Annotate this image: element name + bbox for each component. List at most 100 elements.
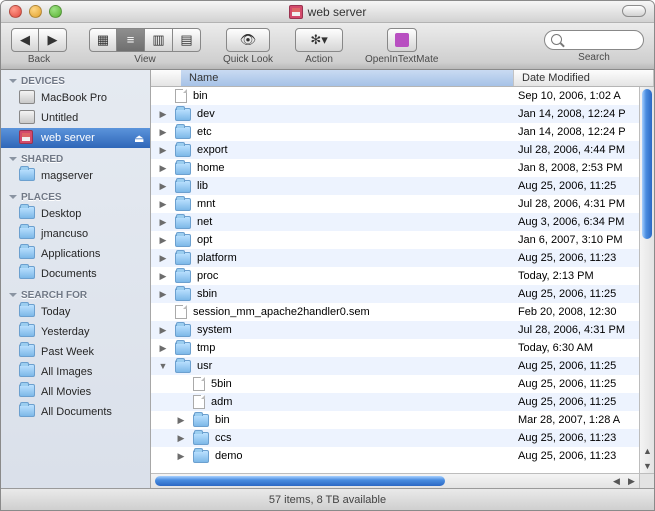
- file-date: Jul 28, 2006, 4:31 PM: [514, 324, 654, 336]
- file-row[interactable]: ▶platformAug 25, 2006, 11:23: [151, 249, 654, 267]
- sidebar-item[interactable]: All Images: [1, 362, 150, 382]
- view-coverflow-button[interactable]: ▤: [173, 28, 201, 52]
- disclosure-triangle[interactable]: ▶: [157, 217, 169, 228]
- file-row[interactable]: 5binAug 25, 2006, 11:25: [151, 375, 654, 393]
- quicklook-button[interactable]: 👁: [226, 28, 270, 52]
- action-button[interactable]: ✻▾: [295, 28, 343, 52]
- column-date[interactable]: Date Modified: [514, 70, 654, 86]
- disclosure-triangle[interactable]: ▶: [157, 253, 169, 264]
- file-row[interactable]: ▶mntJul 28, 2006, 4:31 PM: [151, 195, 654, 213]
- disclosure-triangle[interactable]: ▶: [157, 145, 169, 156]
- file-row[interactable]: ▶exportJul 28, 2006, 4:44 PM: [151, 141, 654, 159]
- sidebar-item[interactable]: Past Week: [1, 342, 150, 362]
- disclosure-triangle[interactable]: ▶: [157, 127, 169, 138]
- vertical-scroll-thumb[interactable]: [642, 89, 652, 239]
- zoom-button[interactable]: [49, 5, 62, 18]
- sidebar-header[interactable]: SHARED: [1, 148, 150, 166]
- sidebar-item[interactable]: MacBook Pro: [1, 88, 150, 108]
- disclosure-triangle[interactable]: ▶: [157, 271, 169, 282]
- vertical-scrollbar[interactable]: ▲ ▼: [639, 87, 654, 473]
- textmate-button[interactable]: [387, 28, 417, 52]
- sidebar-item[interactable]: Yesterday: [1, 322, 150, 342]
- sidebar-item[interactable]: Untitled: [1, 108, 150, 128]
- view-columns-button[interactable]: ▥: [145, 28, 173, 52]
- titlebar[interactable]: web server: [1, 1, 654, 23]
- scroll-right-arrow[interactable]: ▶: [624, 474, 639, 488]
- file-row[interactable]: ▶optJan 6, 2007, 3:10 PM: [151, 231, 654, 249]
- file-row[interactable]: ▶libAug 25, 2006, 11:25: [151, 177, 654, 195]
- file-row[interactable]: ▶etcJan 14, 2008, 12:24 P: [151, 123, 654, 141]
- horizontal-scrollbar[interactable]: ◀ ▶: [151, 473, 639, 488]
- view-list-button[interactable]: ≡: [117, 28, 145, 52]
- file-row[interactable]: ▶sbinAug 25, 2006, 11:25: [151, 285, 654, 303]
- doc-icon: [193, 395, 205, 409]
- sidebar-item[interactable]: Desktop: [1, 204, 150, 224]
- search-field[interactable]: [544, 30, 644, 50]
- disclosure-triangle[interactable]: ▶: [175, 415, 187, 426]
- sidebar-item[interactable]: Documents: [1, 264, 150, 284]
- close-button[interactable]: [9, 5, 22, 18]
- scroll-up-arrow[interactable]: ▲: [640, 443, 654, 458]
- disclosure-triangle[interactable]: ▶: [157, 109, 169, 120]
- sidebar-item[interactable]: Today: [1, 302, 150, 322]
- file-row[interactable]: ▶netAug 3, 2006, 6:34 PM: [151, 213, 654, 231]
- file-name: proc: [197, 270, 514, 282]
- file-row[interactable]: ▶homeJan 8, 2008, 2:53 PM: [151, 159, 654, 177]
- file-row[interactable]: ▶systemJul 28, 2006, 4:31 PM: [151, 321, 654, 339]
- doc-icon: [175, 305, 187, 319]
- folder-icon: [175, 252, 191, 265]
- file-name: adm: [211, 396, 514, 408]
- folder-icon: [193, 432, 209, 445]
- disclosure-triangle[interactable]: ▶: [157, 163, 169, 174]
- scroll-left-arrow[interactable]: ◀: [609, 474, 624, 488]
- minimize-button[interactable]: [29, 5, 42, 18]
- scroll-down-arrow[interactable]: ▼: [640, 458, 654, 473]
- file-date: Aug 25, 2006, 11:25: [514, 360, 654, 372]
- sidebar-item-label: magserver: [41, 170, 93, 182]
- column-name[interactable]: Name: [181, 70, 514, 86]
- file-row[interactable]: ▼ usrAug 25, 2006, 11:25: [151, 357, 654, 375]
- file-row[interactable]: binSep 10, 2006, 1:02 A: [151, 87, 654, 105]
- view-icons-button[interactable]: ▦: [89, 28, 117, 52]
- file-name: 5bin: [211, 378, 514, 390]
- eject-icon[interactable]: ⏏: [134, 132, 144, 145]
- horizontal-scroll-thumb[interactable]: [155, 476, 445, 486]
- disclosure-triangle[interactable]: ▶: [157, 199, 169, 210]
- forward-button[interactable]: ▶: [39, 28, 67, 52]
- sidebar-item[interactable]: magserver: [1, 166, 150, 186]
- file-row[interactable]: admAug 25, 2006, 11:25: [151, 393, 654, 411]
- disclosure-triangle[interactable]: ▶: [175, 451, 187, 462]
- file-date: Mar 28, 2007, 1:28 A: [514, 414, 654, 426]
- sidebar-item[interactable]: web server⏏: [1, 128, 150, 148]
- sidebar-item[interactable]: All Documents: [1, 402, 150, 422]
- toolbar-toggle-button[interactable]: [622, 5, 646, 17]
- disclosure-triangle[interactable]: ▼: [157, 361, 169, 371]
- disclosure-triangle[interactable]: ▶: [175, 433, 187, 444]
- file-row[interactable]: ▶devJan 14, 2008, 12:24 P: [151, 105, 654, 123]
- sidebar-header[interactable]: SEARCH FOR: [1, 284, 150, 302]
- disclosure-triangle[interactable]: ▶: [157, 325, 169, 336]
- sidebar-item[interactable]: All Movies: [1, 382, 150, 402]
- file-name: lib: [197, 180, 514, 192]
- disclosure-triangle[interactable]: ▶: [157, 289, 169, 300]
- sidebar-header[interactable]: DEVICES: [1, 70, 150, 88]
- file-row[interactable]: session_mm_apache2handler0.semFeb 20, 20…: [151, 303, 654, 321]
- disclosure-triangle[interactable]: ▶: [157, 343, 169, 354]
- file-row[interactable]: ▶procToday, 2:13 PM: [151, 267, 654, 285]
- sidebar-item[interactable]: Applications: [1, 244, 150, 264]
- sidebar-header[interactable]: PLACES: [1, 186, 150, 204]
- disclosure-triangle[interactable]: ▶: [157, 235, 169, 246]
- disclosure-triangle[interactable]: ▶: [157, 181, 169, 192]
- folder-icon: [175, 162, 191, 175]
- file-date: Jan 14, 2008, 12:24 P: [514, 126, 654, 138]
- sidebar-item[interactable]: jmancuso: [1, 224, 150, 244]
- file-name: usr: [197, 360, 514, 372]
- file-row[interactable]: ▶ccsAug 25, 2006, 11:23: [151, 429, 654, 447]
- file-row[interactable]: ▶demoAug 25, 2006, 11:23: [151, 447, 654, 465]
- back-button[interactable]: ◀: [11, 28, 39, 52]
- file-row[interactable]: ▶binMar 28, 2007, 1:28 A: [151, 411, 654, 429]
- folder-icon: [175, 216, 191, 229]
- resize-corner[interactable]: [639, 473, 654, 488]
- file-date: Jul 28, 2006, 4:44 PM: [514, 144, 654, 156]
- file-row[interactable]: ▶tmpToday, 6:30 AM: [151, 339, 654, 357]
